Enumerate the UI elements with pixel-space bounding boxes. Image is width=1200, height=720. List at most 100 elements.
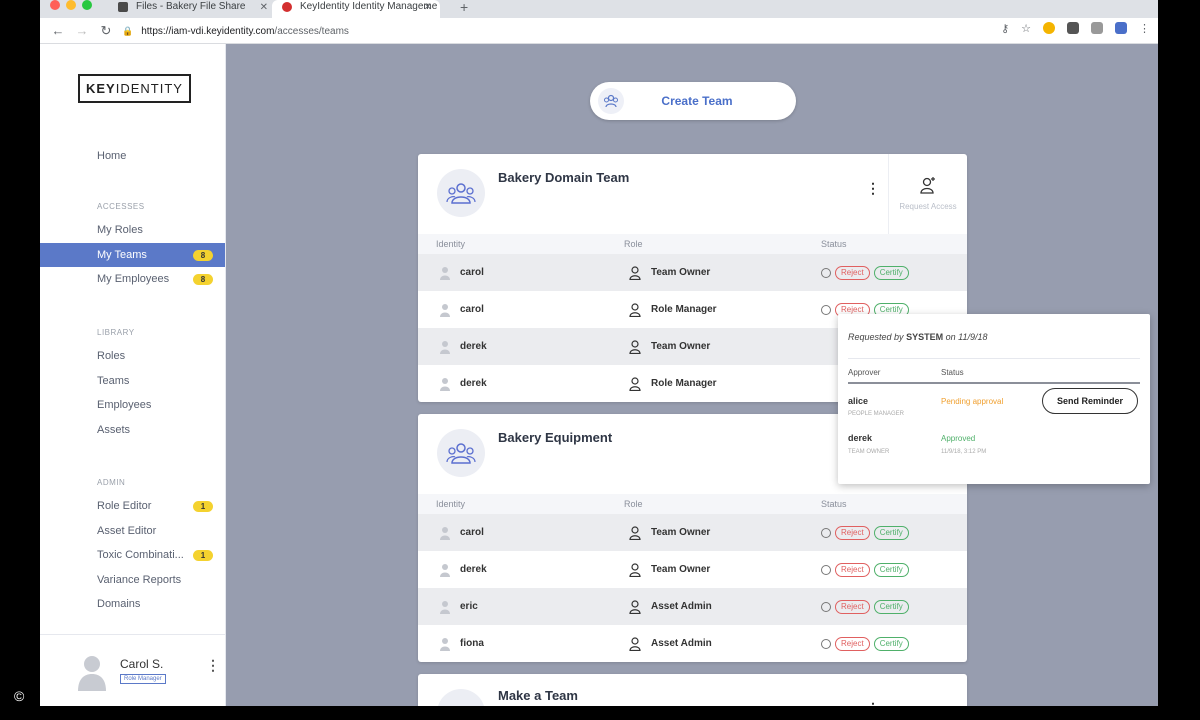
status-info-icon[interactable] [821,267,831,278]
role-name: Asset Admin [651,638,712,649]
reject-button[interactable]: Reject [835,562,870,577]
shield-icon[interactable] [1115,22,1127,34]
sidebar-item-my-roles[interactable]: My Roles [40,218,225,243]
status-info-icon[interactable] [821,638,831,649]
role-name: Asset Admin [651,601,712,612]
sidebar-item-toxic-combinations[interactable]: Toxic Combinati... 1 [40,543,225,568]
browser-menu-icon[interactable]: ⋮ [1139,22,1150,35]
url-path: /accesses/teams [274,25,349,37]
status-info-icon[interactable] [821,564,831,575]
identity-name: carol [460,267,484,278]
sidebar-item-employees[interactable]: Employees [40,393,225,418]
team-name: Bakery Equipment [498,430,613,445]
create-team-button[interactable]: Create Team [590,82,796,120]
identity-name: derek [460,341,487,352]
key-icon[interactable]: ⚷ [1001,22,1009,35]
back-icon[interactable]: ← [48,23,68,39]
app: KEYIDENTITY Home ACCESSES My Roles My Te… [40,44,1158,706]
close-window-button[interactable] [50,0,60,10]
keyidentity-logo[interactable]: KEYIDENTITY [78,74,191,103]
column-header-identity[interactable]: Identity [418,499,624,509]
identity-name: derek [460,564,487,575]
user-menu-icon[interactable]: ⋮ [206,657,220,674]
section-heading: LIBRARY [97,328,135,337]
address-bar[interactable]: 🔒 https://iam-vdi.keyidentity.com/access… [122,22,972,40]
team-menu-icon[interactable]: ⋮ [866,700,880,706]
role-icon [629,265,641,280]
tab-bar: Files - Bakery File Share ✕ KeyIdentity … [40,0,1158,18]
maximize-window-button[interactable] [82,0,92,10]
sidebar-item-assets[interactable]: Assets [40,418,225,443]
column-header-role[interactable]: Role [624,239,821,249]
role-name: Team Owner [651,527,711,538]
sidebar-item-teams[interactable]: Teams [40,369,225,394]
certify-button[interactable]: Certify [873,265,909,280]
toolbar-icons: ⚷ ☆ ⋮ [1001,22,1150,35]
certify-button[interactable]: Certify [873,525,909,540]
certify-button[interactable]: Certify [873,636,909,651]
table-row[interactable]: eric Asset Admin Reject Certify [418,588,967,625]
table-row[interactable]: fiona Asset Admin Reject Certify [418,625,967,662]
sidebar-section-admin: ADMIN Role Editor 1 Asset Editor Toxic Co… [40,478,225,617]
role-name: Team Owner [651,267,711,278]
extension-icon[interactable] [1067,22,1079,34]
table-row[interactable]: carol Team Owner Reject Certify [418,514,967,551]
extension-icon[interactable] [1091,22,1103,34]
reject-button[interactable]: Reject [835,636,870,651]
new-tab-button[interactable]: + [460,0,468,15]
table-row[interactable]: derek Team Owner Reject Certify [418,551,967,588]
certify-button[interactable]: Certify [873,562,909,577]
sidebar-item-asset-editor[interactable]: Asset Editor [40,519,225,544]
close-icon[interactable]: ✕ [424,1,432,15]
table-row[interactable]: carol Team Owner Reject Certify [418,254,967,291]
role-icon [629,525,641,540]
role-icon [629,302,641,317]
forward-icon[interactable]: → [72,23,92,39]
copyright-mark: © [14,688,25,704]
browser-tab-files[interactable]: Files - Bakery File Share ✕ [108,0,276,18]
sidebar-item-roles[interactable]: Roles [40,344,225,369]
minimize-window-button[interactable] [66,0,76,10]
person-icon [440,266,450,280]
table-header: Identity Role Status [418,494,967,514]
close-icon[interactable]: ✕ [260,1,268,15]
team-icon [437,689,485,706]
user-name: Carol S. [120,657,164,671]
status-info-icon[interactable] [821,527,831,538]
avatar[interactable] [76,653,108,691]
column-header-status[interactable]: Status [821,499,847,509]
reload-icon[interactable]: ↻ [96,23,116,39]
extension-icon[interactable] [1043,22,1055,34]
star-icon[interactable]: ☆ [1021,22,1031,35]
role-name: Team Owner [651,341,711,352]
sidebar-item-role-editor[interactable]: Role Editor 1 [40,494,225,519]
send-reminder-button[interactable]: Send Reminder [1042,388,1138,414]
role-icon [629,636,641,651]
approval-status: Pending approval [941,397,1004,406]
role-icon [629,376,641,391]
sidebar-item-variance-reports[interactable]: Variance Reports [40,568,225,593]
reject-button[interactable]: Reject [835,265,870,280]
team-menu-icon[interactable]: ⋮ [866,180,880,197]
section-heading: ACCESSES [97,202,145,211]
sidebar-item-home[interactable]: Home [40,144,225,169]
column-header-role[interactable]: Role [624,499,821,509]
reject-button[interactable]: Reject [835,599,870,614]
request-access-button[interactable]: Request Access [888,154,967,234]
reject-button[interactable]: Reject [835,525,870,540]
sidebar-item-my-employees[interactable]: My Employees 8 [40,267,225,292]
identity-name: eric [460,601,478,612]
team-name: Bakery Domain Team [498,170,630,185]
column-header-identity[interactable]: Identity [418,239,624,249]
status-info-icon[interactable] [821,601,831,612]
browser-tab-keyidentity[interactable]: KeyIdentity Identity Manageme ✕ [272,0,440,18]
role-icon [629,599,641,614]
identity-name: carol [460,527,484,538]
sidebar-item-domains[interactable]: Domains [40,592,225,617]
certify-button[interactable]: Certify [873,599,909,614]
team-icon [437,169,485,217]
column-header-status[interactable]: Status [821,239,847,249]
status-info-icon[interactable] [821,304,831,315]
identity-name: fiona [460,638,484,649]
sidebar-item-my-teams[interactable]: My Teams 8 [40,242,225,267]
